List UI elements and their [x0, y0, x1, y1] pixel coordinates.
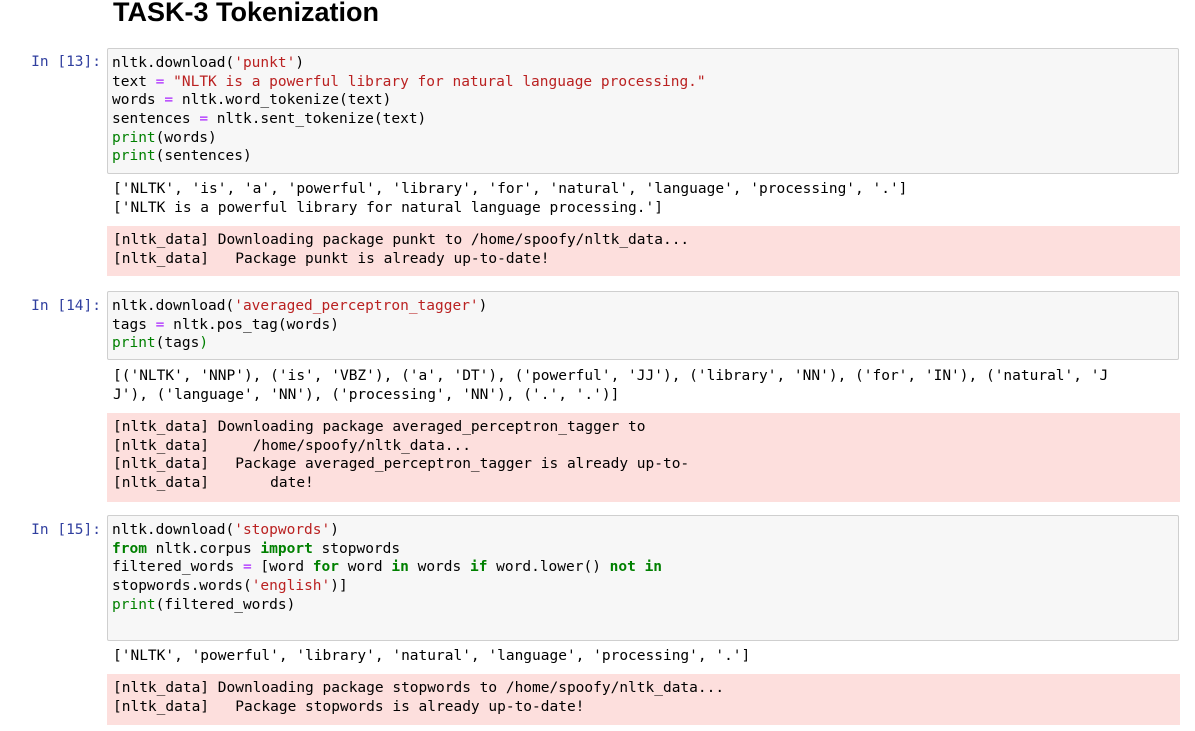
- code-token: nltk.corpus: [146, 540, 261, 557]
- code-token: "NLTK is a powerful library for natural …: [173, 73, 706, 90]
- stderr-line: [nltk_data] Package averaged_perceptron_…: [113, 456, 690, 473]
- code-line: print(filtered_words): [112, 596, 1174, 615]
- code-line: from nltk.corpus import stopwords: [112, 540, 1174, 559]
- code-token: stopwords.words(: [112, 578, 252, 595]
- code-token: =: [199, 111, 209, 128]
- stderr-line: [nltk_data] Downloading package punkt to…: [113, 232, 690, 248]
- code-line: tags = nltk.pos_tag(words): [112, 316, 1174, 335]
- code-token: print: [112, 596, 156, 613]
- cell-13-prompt: In [13]:: [31, 54, 101, 70]
- code-line: nltk.download('stopwords'): [112, 521, 1174, 540]
- code-token: )]: [330, 578, 348, 595]
- code-token: ): [478, 298, 488, 314]
- code-token: 'english': [251, 578, 331, 595]
- code-token: ): [330, 522, 339, 538]
- cell-14-prompt: In [14]:: [31, 298, 101, 314]
- code-token: 'stopwords': [234, 522, 331, 538]
- stdout-line: ['NLTK', 'powerful', 'library', 'natural…: [113, 648, 751, 664]
- stdout-line: [('NLTK', 'NNP'), ('is', 'VBZ'), ('a', '…: [113, 368, 1109, 384]
- stderr-line: [nltk_data] Downloading package stopword…: [113, 680, 725, 696]
- code-token: ): [199, 335, 209, 352]
- cell-15-prompt: In [15]:: [31, 522, 101, 538]
- code-token: print: [112, 129, 156, 146]
- code-token: print: [112, 335, 156, 352]
- cell-15-stdout: ['NLTK', 'powerful', 'library', 'natural…: [113, 647, 1179, 666]
- cell-15-code-input[interactable]: nltk.download('stopwords') from nltk.corp…: [107, 515, 1179, 641]
- code-token: nltk.sent_tokenize(text): [208, 111, 427, 128]
- stderr-line: [nltk_data] Package punkt is already up-…: [113, 250, 550, 267]
- code-token: =: [242, 559, 252, 576]
- code-token: nltk.word_tokenize(text): [173, 92, 392, 109]
- stderr-line: [nltk_data] date!: [113, 475, 314, 492]
- code-token: stopwords: [312, 540, 401, 557]
- code-token: =: [164, 92, 174, 109]
- code-line: print(words): [112, 129, 1174, 148]
- code-token: for: [312, 559, 339, 576]
- code-line: stopwords.words('english')]: [112, 577, 1174, 596]
- code-token: import: [260, 540, 313, 557]
- code-token: (sentences): [155, 148, 252, 165]
- stderr-line: [nltk_data] /home/spoofy/nltk_data...: [113, 437, 471, 454]
- code-token: 'punkt': [234, 55, 296, 71]
- code-line: print(sentences): [112, 147, 1174, 166]
- code-token: nltk.pos_tag(words): [164, 316, 339, 333]
- code-token: word.lower(): [487, 559, 610, 576]
- stdout-line: ['NLTK', 'is', 'a', 'powerful', 'library…: [113, 181, 908, 197]
- code-line: sentences = nltk.sent_tokenize(text): [112, 110, 1174, 129]
- code-token: if: [469, 559, 488, 576]
- code-token: (words): [155, 129, 217, 146]
- code-token: from: [112, 540, 147, 557]
- code-token: text: [112, 73, 156, 90]
- code-token: word: [339, 559, 392, 576]
- code-line: words = nltk.word_tokenize(text): [112, 91, 1174, 110]
- code-token: nltk.download(: [112, 522, 235, 538]
- code-line: text = "NLTK is a powerful library for n…: [112, 73, 1174, 92]
- code-token: (filtered_words): [155, 596, 296, 613]
- code-token: tags: [112, 316, 156, 333]
- cell-13-stderr: [nltk_data] Downloading package punkt to…: [107, 226, 1180, 276]
- cell-14-stdout: [('NLTK', 'NNP'), ('is', 'VBZ'), ('a', '…: [113, 367, 1179, 404]
- code-token: 'averaged_perceptron_tagger': [234, 298, 479, 314]
- code-token: not in: [609, 559, 663, 576]
- code-token: words: [112, 92, 165, 109]
- code-line: filtered_words = [word for word in words…: [112, 558, 1174, 577]
- code-token: words: [408, 559, 470, 576]
- code-token: [word: [251, 559, 313, 576]
- stderr-line: [nltk_data] Package stopwords is already…: [113, 698, 585, 715]
- cell-14-stderr: [nltk_data] Downloading package averaged…: [107, 413, 1180, 502]
- code-token: print: [112, 148, 156, 165]
- cell-13-stdout: ['NLTK', 'is', 'a', 'powerful', 'library…: [113, 180, 1179, 217]
- code-line: print(tags): [112, 334, 1174, 353]
- code-token: nltk.download(: [112, 298, 235, 314]
- section-heading: TASK-3 Tokenization: [113, 0, 380, 27]
- cell-13-code-input[interactable]: nltk.download('punkt') text = "NLTK is a …: [107, 48, 1179, 174]
- code-line: nltk.download('averaged_perceptron_tagge…: [112, 297, 1174, 316]
- stdout-line: ['NLTK is a powerful library for natural…: [113, 199, 663, 216]
- cell-14-code-input[interactable]: nltk.download('averaged_perceptron_tagge…: [107, 291, 1179, 360]
- code-line: nltk.download('punkt'): [112, 54, 1174, 73]
- code-token: filtered_words: [112, 559, 243, 576]
- stdout-line: J'), ('language', 'NN'), ('processing', …: [113, 386, 620, 403]
- code-token: in: [391, 559, 409, 576]
- code-token: sentences: [112, 111, 200, 128]
- code-token: ): [295, 55, 305, 71]
- code-token: nltk.download(: [112, 55, 235, 71]
- stderr-line: [nltk_data] Downloading package averaged…: [113, 419, 646, 435]
- cell-15-stderr: [nltk_data] Downloading package stopword…: [107, 674, 1180, 725]
- code-token: (tags: [155, 335, 200, 352]
